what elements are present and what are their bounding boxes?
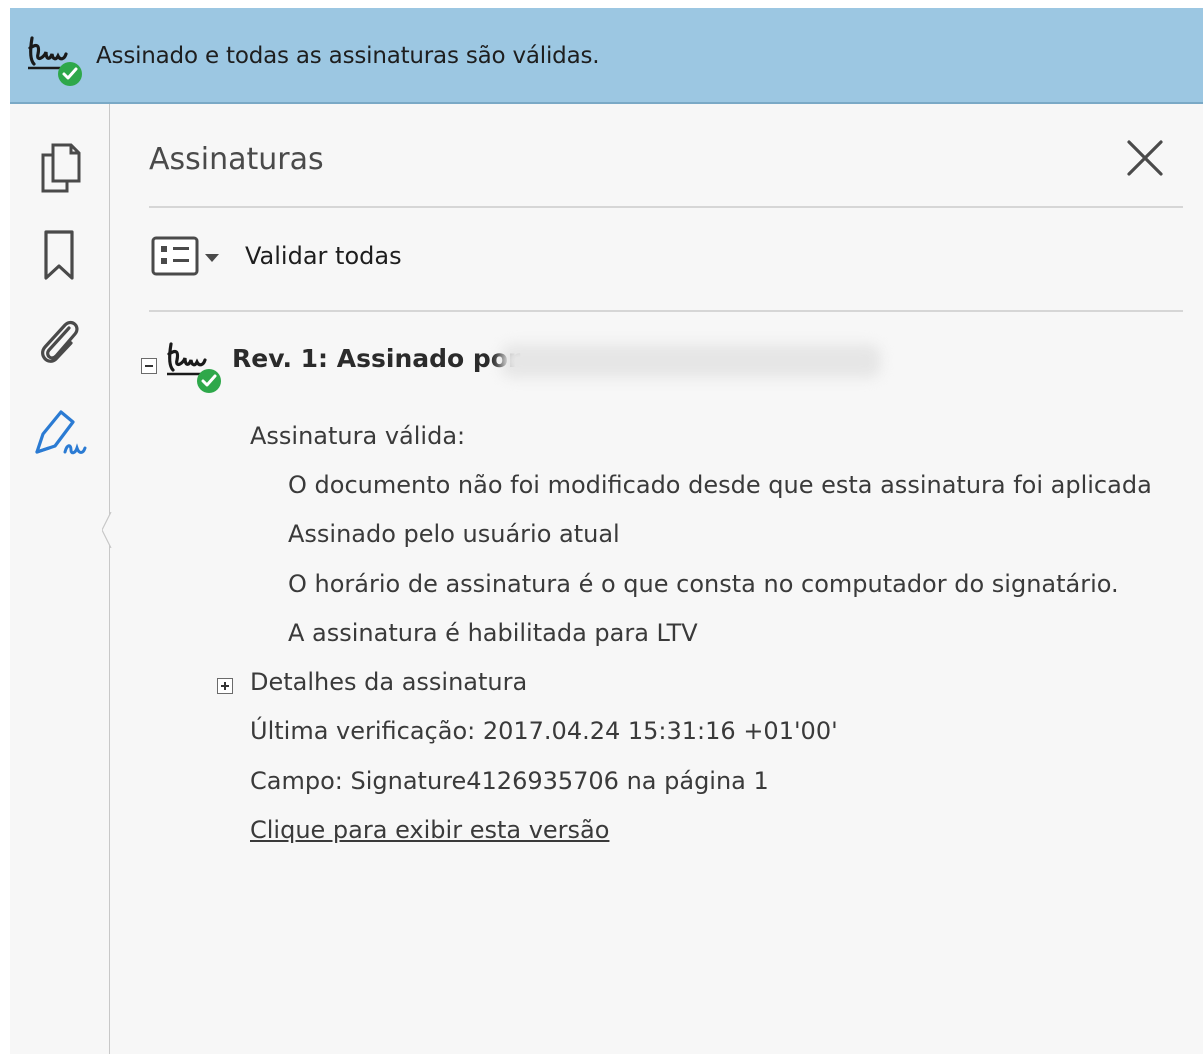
revision-title: Rev. 1: Assinado por [232, 344, 521, 373]
bookmark-icon [40, 228, 80, 288]
signature-status-heading: Assinatura válida: [250, 422, 466, 450]
pages-icon [37, 141, 83, 199]
close-icon [1121, 140, 1169, 186]
signature-valid-icon [161, 336, 223, 394]
redacted-signer-name [501, 344, 881, 378]
last-verification: Última verificação: 2017.04.24 15:31:16 … [250, 717, 838, 745]
signature-details-label[interactable]: Detalhes da assinatura [250, 668, 527, 696]
validate-all-button[interactable]: Validar todas [245, 242, 402, 270]
signature-status-banner: Assinado e todas as assinaturas são váli… [10, 8, 1203, 104]
signature-field: Campo: Signature4126935706 na página 1 [250, 767, 769, 795]
expand-toggle[interactable] [217, 678, 233, 694]
signatures-panel: Assinaturas Validar todas Rev. 1: Assina… [111, 104, 1203, 1054]
signatures-window: Assinado e todas as assinaturas são váli… [10, 8, 1203, 1054]
banner-status-text: Assinado e todas as assinaturas são váli… [96, 43, 600, 69]
signature-valid-icon [26, 30, 84, 86]
status-line: Assinado pelo usuário atual [288, 520, 620, 548]
status-line: A assinatura é habilitada para LTV [288, 619, 698, 647]
view-version-link[interactable]: Clique para exibir esta versão [250, 816, 609, 844]
signature-options-button[interactable] [149, 234, 229, 282]
rail-pages-button[interactable] [32, 140, 88, 200]
collapse-toggle[interactable] [141, 358, 157, 374]
close-button[interactable] [1121, 134, 1169, 182]
signature-pen-icon [31, 404, 89, 464]
panel-title: Assinaturas [149, 142, 324, 177]
panel-divider-bottom [149, 310, 1183, 312]
paperclip-icon [35, 314, 85, 374]
rail-attachments-button[interactable] [32, 314, 88, 374]
status-line: O documento não foi modificado desde que… [288, 471, 1152, 499]
status-line: O horário de assinatura é o que consta n… [288, 570, 1119, 598]
rail-bookmarks-button[interactable] [32, 228, 88, 288]
list-options-icon [149, 234, 227, 282]
rail-signatures-button[interactable] [32, 404, 88, 464]
navigation-rail [10, 104, 112, 1054]
panel-divider-top [149, 206, 1183, 208]
